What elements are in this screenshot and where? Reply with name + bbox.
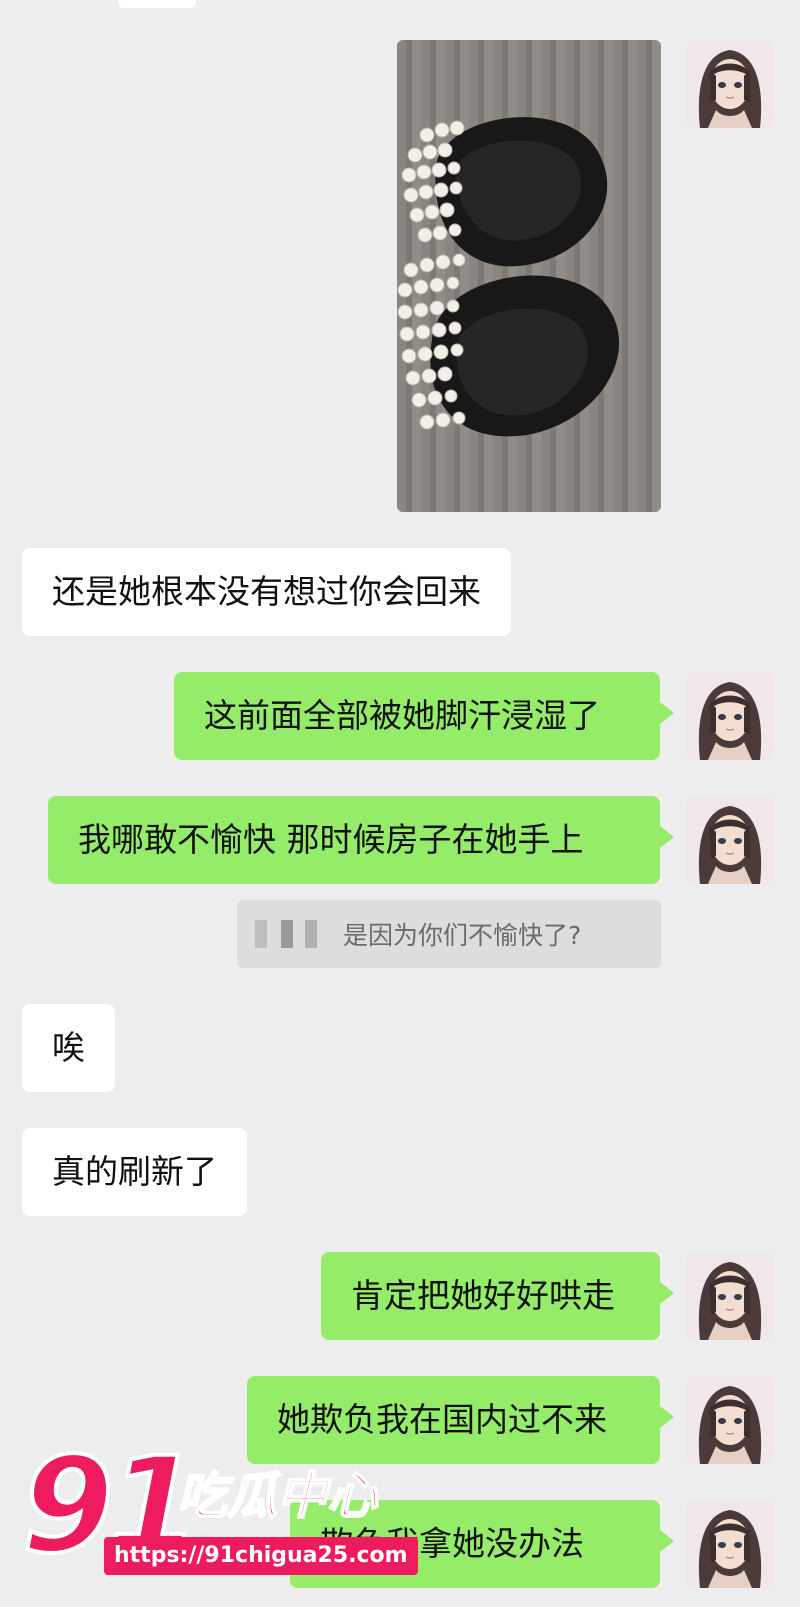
my-avatar[interactable] — [686, 672, 774, 760]
slipper-photo — [397, 117, 620, 437]
previous-message-edge — [118, 0, 196, 8]
quoted-message[interactable]: 是因为你们不愉快了? — [237, 900, 661, 968]
my-avatar[interactable] — [686, 40, 774, 128]
avatar-image — [686, 1500, 774, 1588]
my-avatar[interactable] — [686, 1376, 774, 1464]
watermark-url: https://91chigua25.com — [104, 1537, 418, 1575]
my-avatar[interactable] — [686, 796, 774, 884]
my-avatar[interactable] — [686, 1252, 774, 1340]
incoming-message[interactable]: 还是她根本没有想过你会回来 — [22, 548, 511, 636]
outgoing-message[interactable]: 我哪敢不愉快 那时候房子在她手上 — [48, 796, 674, 884]
incoming-message[interactable]: 真的刷新了 — [22, 1128, 247, 1216]
watermark-name: 吃瓜中心 — [176, 1466, 378, 1526]
incoming-message[interactable]: 唉 — [22, 1004, 115, 1092]
quoted-text: 是因为你们不愉快了? — [343, 921, 582, 950]
outgoing-message[interactable]: 肯定把她好好哄走 — [321, 1252, 674, 1340]
avatar-image — [686, 1252, 774, 1340]
site-watermark: 91 吃瓜中心 https://91chigua25.com — [20, 1434, 418, 1596]
avatar-image — [686, 672, 774, 760]
outgoing-message[interactable]: 这前面全部被她脚汗浸湿了 — [174, 672, 674, 760]
my-avatar[interactable] — [686, 1500, 774, 1588]
avatar-image — [686, 1376, 774, 1464]
avatar-image — [686, 796, 774, 884]
avatar-image — [686, 40, 774, 128]
quoted-sender-name-redacted — [255, 920, 323, 948]
image-message[interactable] — [397, 40, 661, 512]
